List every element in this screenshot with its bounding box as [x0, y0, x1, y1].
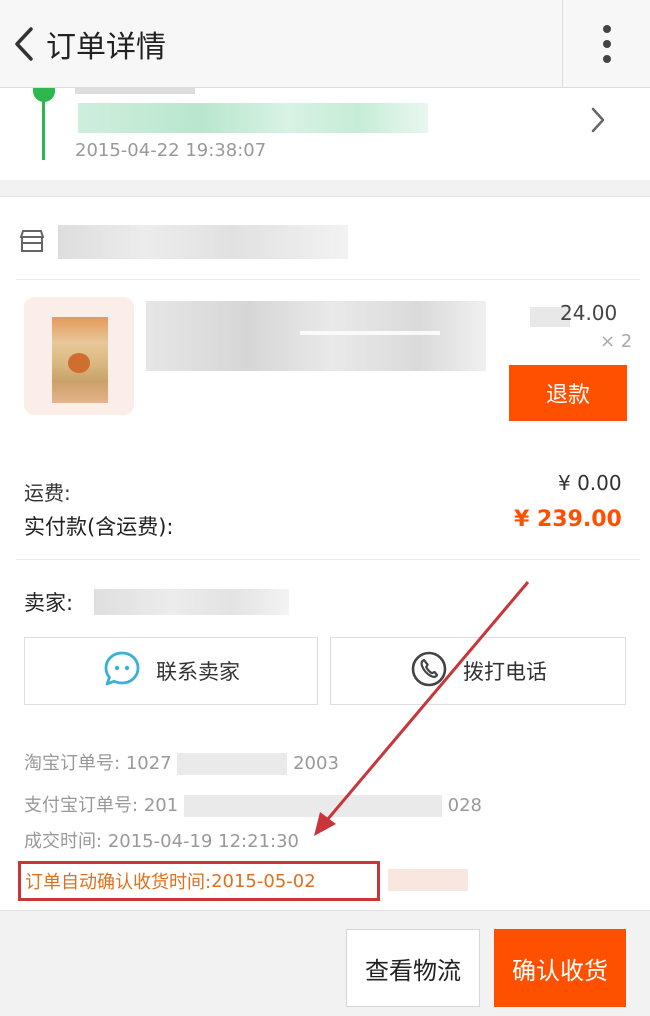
refund-button[interactable]: 退款	[509, 365, 627, 421]
shipping-value: ¥ 0.00	[558, 471, 622, 495]
page-title: 订单详情	[46, 30, 166, 65]
auto-confirm-value: 2015-05-02	[211, 870, 316, 892]
logistics-time: 2015-04-22 19:38:07	[75, 140, 267, 161]
back-button[interactable]: 订单详情	[6, 14, 206, 74]
bottom-action-bar: 查看物流 确认收货	[0, 910, 650, 1016]
seller-label: 卖家:	[24, 591, 74, 615]
top-bar: 订单详情	[0, 0, 650, 88]
logistics-row[interactable]: 2015-04-22 19:38:07	[0, 88, 650, 180]
more-vertical-icon	[602, 25, 611, 63]
contact-seller-label: 联系卖家	[156, 660, 240, 684]
alipay-order-suffix: 028	[447, 795, 482, 816]
alipay-order-blurred	[183, 795, 442, 817]
taobao-order-blurred	[177, 753, 288, 775]
more-menu-button[interactable]	[563, 0, 650, 88]
divider	[16, 279, 640, 280]
call-phone-button[interactable]: 拨打电话	[330, 637, 626, 705]
paid-label: 实付款(含运费):	[24, 515, 174, 539]
shop-name-blurred	[58, 225, 348, 259]
seller-name-blurred	[94, 589, 289, 615]
taobao-order-label: 淘宝订单号:	[24, 753, 121, 774]
divider	[16, 559, 640, 560]
alipay-order-prefix: 201	[143, 795, 179, 816]
product-image[interactable]	[24, 297, 134, 415]
logistics-status-blurred	[75, 88, 195, 94]
shop-row[interactable]	[0, 217, 650, 267]
view-logistics-button[interactable]: 查看物流	[346, 929, 480, 1007]
confirm-receipt-button[interactable]: 确认收货	[494, 929, 626, 1007]
shop-icon	[18, 227, 46, 255]
chat-bubble-icon	[102, 649, 142, 693]
timeline-dot	[33, 88, 55, 102]
taobao-order-prefix: 1027	[125, 753, 172, 774]
product-title-blurred[interactable]	[146, 301, 486, 371]
chevron-right-icon	[586, 100, 610, 140]
order-card: 24.00 × 2 退款 运费: ¥ 0.00 实付款(含运费): ¥ 239.…	[0, 196, 650, 910]
paid-value: ¥ 239.00	[514, 507, 622, 532]
call-phone-label: 拨打电话	[463, 660, 547, 684]
auto-confirm-label: 订单自动确认收货时间:	[25, 872, 212, 893]
contact-seller-button[interactable]: 联系卖家	[24, 637, 318, 705]
auto-confirm-extra-blurred	[388, 869, 468, 891]
alipay-order-row: 支付宝订单号: 201 028	[24, 791, 482, 817]
phone-icon	[409, 649, 449, 693]
product-title-streak	[300, 331, 440, 335]
shipping-label: 运费:	[24, 481, 71, 505]
taobao-order-suffix: 2003	[293, 753, 339, 774]
product-price: 24.00	[560, 301, 618, 325]
auto-confirm-highlight: 订单自动确认收货时间: 2015-05-02	[18, 861, 380, 901]
alipay-order-label: 支付宝订单号:	[24, 795, 139, 816]
logistics-detail-blurred	[78, 103, 428, 133]
taobao-order-row: 淘宝订单号: 1027 2003	[24, 749, 339, 775]
deal-time-label: 成交时间:	[24, 831, 103, 852]
product-quantity: × 2	[600, 331, 633, 352]
deal-time-row: 成交时间: 2015-04-19 12:21:30	[24, 827, 299, 853]
deal-time-value: 2015-04-19 12:21:30	[107, 831, 299, 852]
chevron-left-icon	[6, 14, 42, 74]
